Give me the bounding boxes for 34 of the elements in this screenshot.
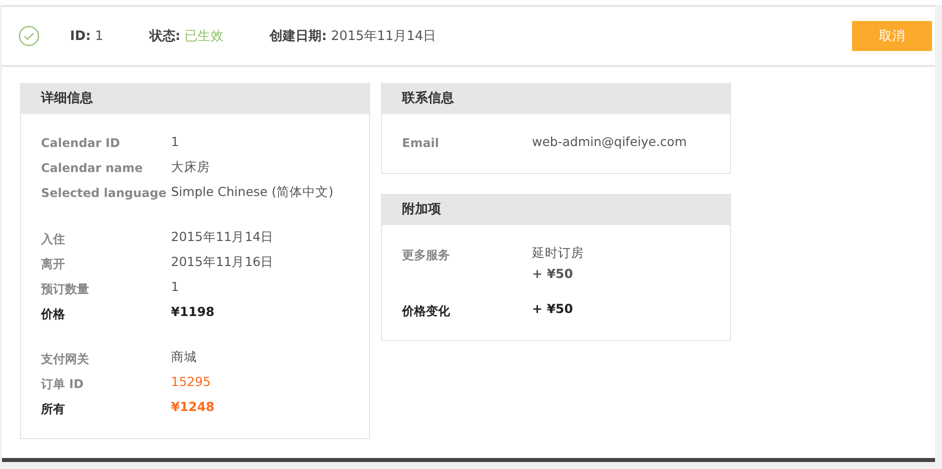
- field-value: + ¥50: [532, 301, 573, 316]
- field-label: 更多服务: [402, 247, 451, 264]
- field-value: ¥1198: [171, 304, 214, 319]
- field-label: 所有: [41, 401, 66, 418]
- field-label: 订单 ID: [41, 376, 85, 393]
- field-label: Calendar ID: [41, 135, 121, 152]
- panel-title: 联系信息: [382, 84, 730, 114]
- panel-title: 附加项: [382, 195, 730, 225]
- field-value: 2015年11月16日: [171, 254, 274, 271]
- field-value: 1: [171, 279, 179, 294]
- cancel-button[interactable]: 取消: [852, 21, 932, 51]
- field-value: ¥1248: [171, 399, 214, 414]
- header-field: 状态: 已生效: [149, 27, 224, 45]
- field-label: 预订数量: [41, 281, 90, 298]
- field-label: 支付网关: [41, 351, 90, 368]
- field-value: + ¥50: [532, 266, 574, 281]
- field-label: 价格变化: [402, 303, 451, 320]
- field-label: 入住: [41, 231, 66, 248]
- field-value: 1: [171, 134, 179, 149]
- field-label: 离开: [41, 256, 66, 273]
- panel-title: 详细信息: [21, 84, 369, 114]
- field-label: Selected language: [41, 185, 168, 202]
- field-label: Calendar name: [41, 160, 144, 177]
- field-value: 2015年11月14日: [171, 229, 274, 246]
- field-value: 大床房: [171, 159, 210, 176]
- field-label: Email: [402, 135, 440, 152]
- field-label: 价格: [41, 306, 66, 323]
- field-value: web-admin@qifeiye.com: [532, 134, 687, 149]
- order-link[interactable]: 15295: [171, 374, 211, 389]
- header-field: ID: 1: [70, 28, 104, 44]
- header-field: 创建日期: 2015年11月14日: [270, 27, 436, 45]
- field-value: 商城: [171, 349, 197, 366]
- field-value: Simple Chinese (简体中文): [171, 184, 334, 201]
- field-value: 延时订房: [532, 245, 584, 262]
